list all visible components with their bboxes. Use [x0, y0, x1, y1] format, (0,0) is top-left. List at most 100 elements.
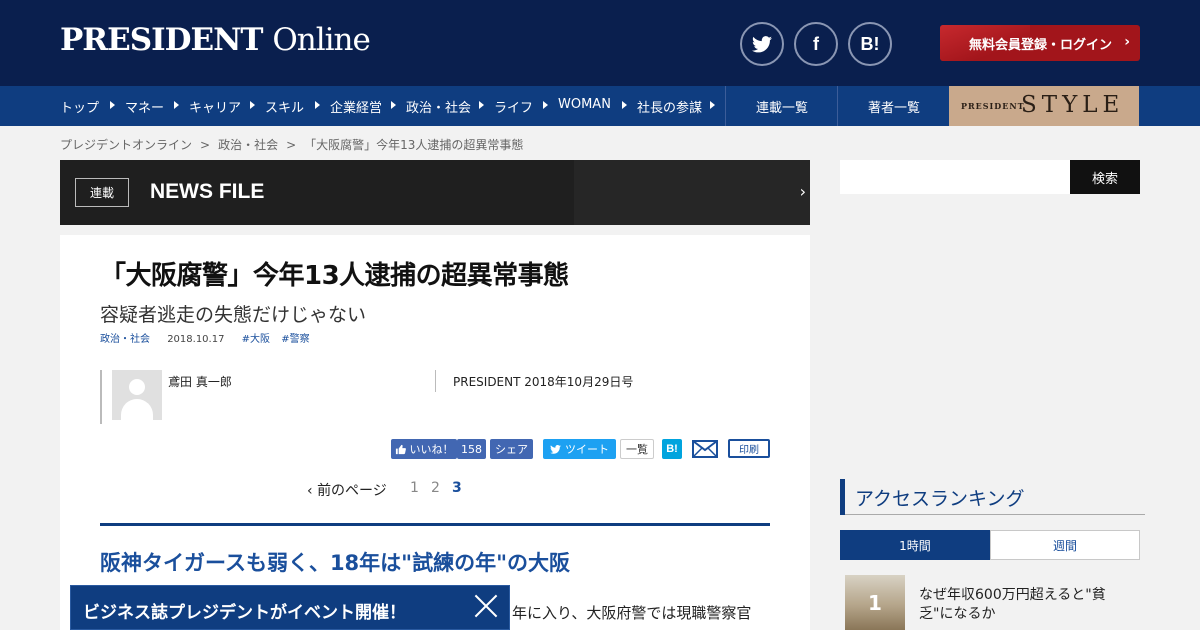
breadcrumb-separator: >	[286, 138, 297, 152]
triangle-icon	[710, 101, 715, 109]
page-link[interactable]: 2	[431, 480, 440, 496]
facebook-like-button[interactable]: いいね！	[391, 439, 457, 459]
twitter-share-button[interactable]	[740, 22, 784, 66]
nav-item-advisor[interactable]: 社長の参謀	[622, 97, 715, 116]
nav-item-label: ライフ	[494, 101, 534, 116]
site-logo[interactable]: PRESIDENT Online	[60, 22, 371, 58]
avatar-head	[129, 379, 145, 395]
nav-item-career[interactable]: キャリア	[174, 97, 241, 116]
style-small-label: PRESIDENT	[961, 101, 1025, 111]
ranking-tab-weekly[interactable]: 週間	[990, 530, 1140, 560]
login-button[interactable]: 無料会員登録・ログイン ›	[940, 25, 1140, 61]
twitter-icon	[752, 35, 772, 52]
tweet-list-link[interactable]: 一覧	[620, 439, 654, 459]
event-banner-text: ビジネス誌プレジデントがイベント開催！	[83, 603, 406, 623]
triangle-icon	[315, 101, 320, 109]
nav-item-skill[interactable]: スキル	[250, 97, 304, 116]
nav-series-list[interactable]: 連載一覧	[756, 97, 808, 116]
breadcrumb-current: 「大阪腐警」今年13人逮捕の超異常事態	[304, 138, 524, 152]
author-box-line	[100, 370, 102, 424]
president-style-link[interactable]: PRESIDENT STYLE	[949, 86, 1139, 126]
mail-icon[interactable]	[692, 440, 718, 458]
breadcrumb: プレジデントオンライン > 政治・社会 > 「大阪腐警」今年13人逮捕の超異常事態	[60, 136, 523, 153]
ranking-item-title[interactable]: なぜ年収600万円超えると"貧乏"になるか	[919, 586, 1139, 624]
facebook-share-button[interactable]: シェア	[490, 439, 533, 459]
chevron-left-icon: ‹	[307, 483, 313, 499]
triangle-icon	[174, 101, 179, 109]
nav-item-label: 社長の参謀	[637, 101, 703, 116]
article-category[interactable]: 政治・社会	[100, 334, 150, 345]
ranking-title: アクセスランキング	[855, 488, 1025, 510]
event-banner[interactable]: ビジネス誌プレジデントがイベント開催！	[70, 585, 510, 630]
page-link[interactable]: 1	[410, 480, 419, 496]
style-big-label: STYLE	[1021, 92, 1125, 118]
nav-item-woman[interactable]: WOMAN	[543, 97, 611, 112]
nav-item-label: キャリア	[189, 101, 242, 116]
series-banner[interactable]: 連載 NEWS FILE ›	[60, 160, 810, 225]
prev-page-link[interactable]: ‹ 前のページ	[307, 480, 387, 500]
article-subtitle: 容疑者逃走の失態だけじゃない	[100, 304, 367, 326]
article-date: 2018.10.17	[167, 334, 225, 345]
nav-item-label: 企業経営	[330, 101, 383, 116]
series-title: NEWS FILE	[150, 180, 265, 203]
prev-page-label: 前のページ	[317, 483, 387, 499]
current-page: 3	[452, 480, 462, 496]
ranking-header-bar	[840, 479, 845, 515]
nav-item-politics[interactable]: 政治・社会	[391, 97, 471, 116]
hatena-bookmark-icon: B!	[860, 33, 880, 54]
nav-item-label: トップ	[60, 101, 100, 116]
author-box-divider	[435, 370, 436, 392]
article-body: 年に入り、大阪府警では現職警察官	[512, 604, 752, 622]
ranking-tab-hourly[interactable]: 1時間	[840, 530, 990, 560]
avatar	[112, 370, 162, 420]
twitter-icon	[550, 444, 561, 454]
section-heading: 阪神タイガースも弱く、18年は"試練の年"の大阪	[100, 551, 571, 575]
triangle-icon	[110, 101, 115, 109]
nav-divider	[837, 86, 838, 126]
nav-item-top[interactable]: トップ	[60, 97, 99, 116]
article-tag[interactable]: #警察	[281, 334, 309, 345]
triangle-icon	[622, 101, 627, 109]
hatena-share-button[interactable]: B!	[848, 22, 892, 66]
series-tag: 連載	[75, 178, 129, 207]
author-name[interactable]: 鳶田 真一郎	[168, 373, 232, 390]
triangle-icon	[250, 101, 255, 109]
nav-item-label: スキル	[265, 101, 305, 116]
triangle-icon	[543, 101, 548, 109]
article-tag[interactable]: #大阪	[242, 334, 270, 345]
like-label: いいね！	[409, 443, 454, 456]
nav-item-label: マネー	[125, 101, 165, 116]
chevron-right-icon: ›	[799, 182, 806, 201]
breadcrumb-category[interactable]: 政治・社会	[218, 138, 278, 152]
ranking-header: アクセスランキング	[840, 479, 1145, 515]
nav-item-money[interactable]: マネー	[110, 97, 164, 116]
tweet-label: ツイート	[565, 443, 609, 456]
breadcrumb-home[interactable]: プレジデントオンライン	[60, 138, 192, 152]
nav-item-management[interactable]: 企業経営	[315, 97, 382, 116]
like-count: 158	[457, 439, 486, 459]
series-banner-panel	[574, 160, 810, 225]
hatena-bookmark-button[interactable]: B!	[662, 439, 682, 459]
article-meta: 政治・社会 2018.10.17 #大阪 #警察	[100, 330, 310, 345]
article-title: 「大阪腐警」今年13人逮捕の超異常事態	[100, 261, 569, 291]
search-button[interactable]: 検索	[1070, 160, 1140, 194]
nav-authors-list[interactable]: 著者一覧	[868, 97, 920, 116]
search-input[interactable]	[840, 160, 1070, 194]
nav-item-life[interactable]: ライフ	[479, 97, 533, 116]
chevron-right-icon: ›	[1124, 34, 1130, 50]
facebook-icon: f	[813, 33, 819, 54]
triangle-icon	[391, 101, 396, 109]
nav-item-label: 政治・社会	[406, 101, 472, 116]
section-rule	[100, 523, 770, 526]
close-icon[interactable]	[473, 591, 499, 621]
tweet-button[interactable]: ツイート	[543, 439, 616, 459]
breadcrumb-separator: >	[200, 138, 211, 152]
ranking-thumbnail[interactable]: 1	[845, 575, 905, 630]
triangle-icon	[479, 101, 484, 109]
print-button[interactable]: 印刷	[728, 439, 770, 458]
logo-bold: PRESIDENT	[60, 22, 264, 58]
ranking-number: 1	[868, 590, 882, 615]
article-card: 「大阪腐警」今年13人逮捕の超異常事態 容疑者逃走の失態だけじゃない 政治・社会…	[60, 235, 810, 630]
thumbs-up-icon	[395, 444, 406, 454]
facebook-share-button[interactable]: f	[794, 22, 838, 66]
